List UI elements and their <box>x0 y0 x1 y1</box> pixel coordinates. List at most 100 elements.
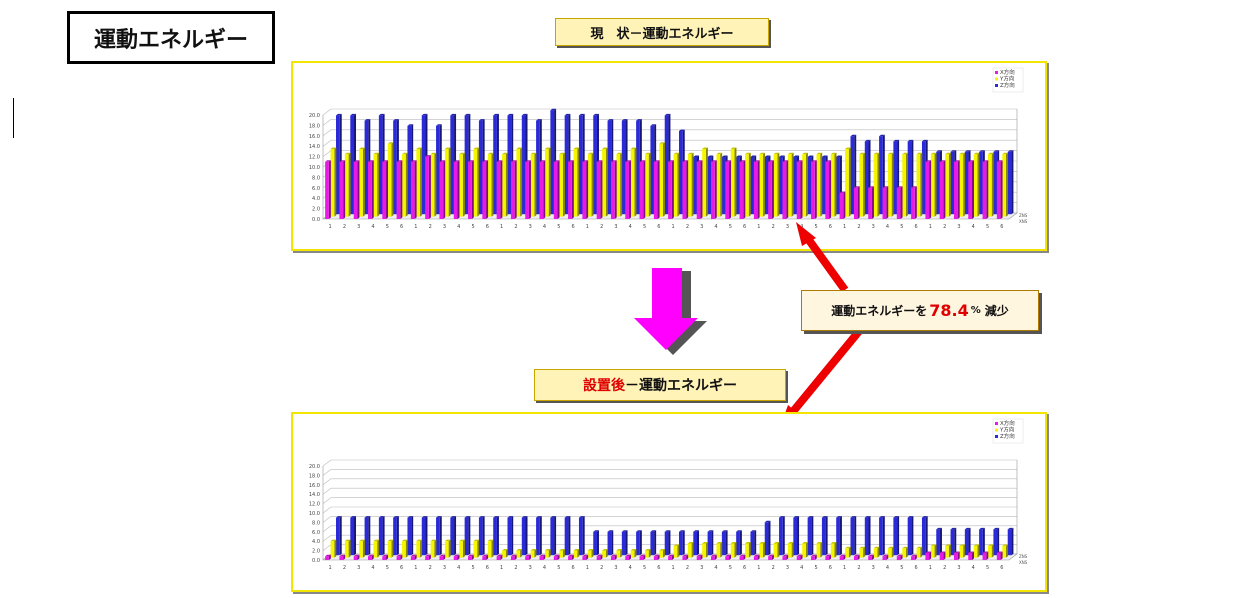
bar-front <box>544 149 549 217</box>
bar-side <box>562 549 565 558</box>
bar-front <box>639 161 644 219</box>
bar-front <box>582 556 587 560</box>
grid-diag <box>322 108 332 116</box>
x-tick-label: 2 <box>857 565 860 571</box>
bar-x <box>725 160 732 219</box>
bar-front <box>807 517 812 556</box>
bar-side <box>948 544 951 558</box>
bar-y <box>930 544 937 558</box>
bar-side <box>568 516 571 556</box>
bar-x <box>739 160 746 219</box>
bar-front <box>807 157 812 215</box>
bar-x <box>925 160 932 219</box>
x-tick-label: 6 <box>572 224 575 230</box>
bar-y <box>459 152 465 217</box>
x-tick-label: 1 <box>843 224 846 230</box>
bar-front <box>879 517 883 556</box>
x-tick-label: 2 <box>943 224 946 230</box>
after-energy-chart: 0.0 2.0 4.0 6.0 8.0 10.0 12.0 14.0 16.0 18.0 20.0 1… <box>291 412 1047 592</box>
bar-front <box>982 161 987 219</box>
bar-side <box>705 147 708 217</box>
bar-front <box>811 161 815 219</box>
bar-y <box>430 539 437 558</box>
bar-y <box>473 147 480 217</box>
bar-side <box>963 152 966 217</box>
x-tick-label: 6 <box>743 565 746 571</box>
legend-label: Z方向 <box>1000 432 1015 440</box>
bar-z <box>721 530 728 556</box>
bar-side <box>471 160 474 219</box>
bar-x <box>525 160 531 219</box>
bar-x <box>968 160 974 219</box>
bar-front <box>921 517 926 556</box>
bar-side <box>371 160 374 219</box>
x-tick-label: 5 <box>729 224 732 230</box>
bar-front <box>587 550 592 558</box>
bar-front <box>887 154 892 217</box>
bar-front <box>821 517 826 556</box>
bar-front <box>1002 154 1006 217</box>
bar-z <box>507 516 514 556</box>
bar-side <box>829 160 832 219</box>
bar-front <box>487 154 492 217</box>
bar-front <box>373 541 378 558</box>
bar-front <box>811 556 815 560</box>
bar-side <box>662 142 665 217</box>
x-tick-label: 3 <box>443 565 446 571</box>
y-tick-label: 20.0 <box>309 113 320 119</box>
x-tick-label: 1 <box>414 224 417 230</box>
bar-y <box>945 152 951 217</box>
x-tick-label: 1 <box>329 224 332 230</box>
bar-z <box>750 530 757 556</box>
text-cursor <box>13 98 14 138</box>
x-tick-label: 6 <box>400 565 403 571</box>
bar-side <box>977 544 980 558</box>
bar-front <box>730 149 735 217</box>
bar-front <box>325 161 329 219</box>
x-tick-label: 3 <box>529 565 532 571</box>
bar-side <box>520 147 523 217</box>
bar-side <box>468 516 471 556</box>
bar-front <box>911 187 915 219</box>
bar-side <box>743 160 746 219</box>
grid-diag <box>322 544 332 551</box>
legend-label: X方向 <box>1000 68 1015 76</box>
bar-side <box>914 186 917 219</box>
bar-z <box>664 530 671 556</box>
chart-legend: X方向Y方向Z方向 <box>992 418 1024 444</box>
bar-front <box>339 556 344 560</box>
x-tick-label: 4 <box>371 224 374 230</box>
callout-suffix: 減少 <box>984 304 1009 318</box>
legend-label: Y方向 <box>999 75 1014 83</box>
x-tick-label: 5 <box>729 565 732 571</box>
bar-y <box>873 152 880 217</box>
bar-z <box>493 516 499 556</box>
x-tick-label: 1 <box>672 224 675 230</box>
bar-side <box>420 539 423 558</box>
bar-z <box>536 516 542 556</box>
bar-y <box>516 549 523 558</box>
bar-side <box>520 549 523 558</box>
bar-y <box>730 147 737 217</box>
bar-y <box>359 539 365 558</box>
bar-front <box>953 552 958 560</box>
bar-side <box>757 160 760 219</box>
bar-front <box>1007 151 1012 215</box>
y-tick-label: 4.0 <box>312 539 320 545</box>
bar-front <box>987 154 992 217</box>
bar-side <box>871 186 874 219</box>
bar-x <box>825 160 832 219</box>
bar-front <box>453 161 458 219</box>
x-tick-label: 5 <box>386 565 389 571</box>
bar-x <box>996 551 1003 560</box>
bar-front <box>573 149 578 217</box>
bar-front <box>925 552 930 560</box>
y-tick-label: 16.0 <box>309 483 320 489</box>
bar-front <box>925 161 930 219</box>
bar-front <box>536 120 540 215</box>
bar-front <box>396 556 401 560</box>
bar-front <box>550 517 555 556</box>
bar-x <box>496 160 503 219</box>
bar-front <box>953 161 958 219</box>
bar-y <box>687 152 694 217</box>
